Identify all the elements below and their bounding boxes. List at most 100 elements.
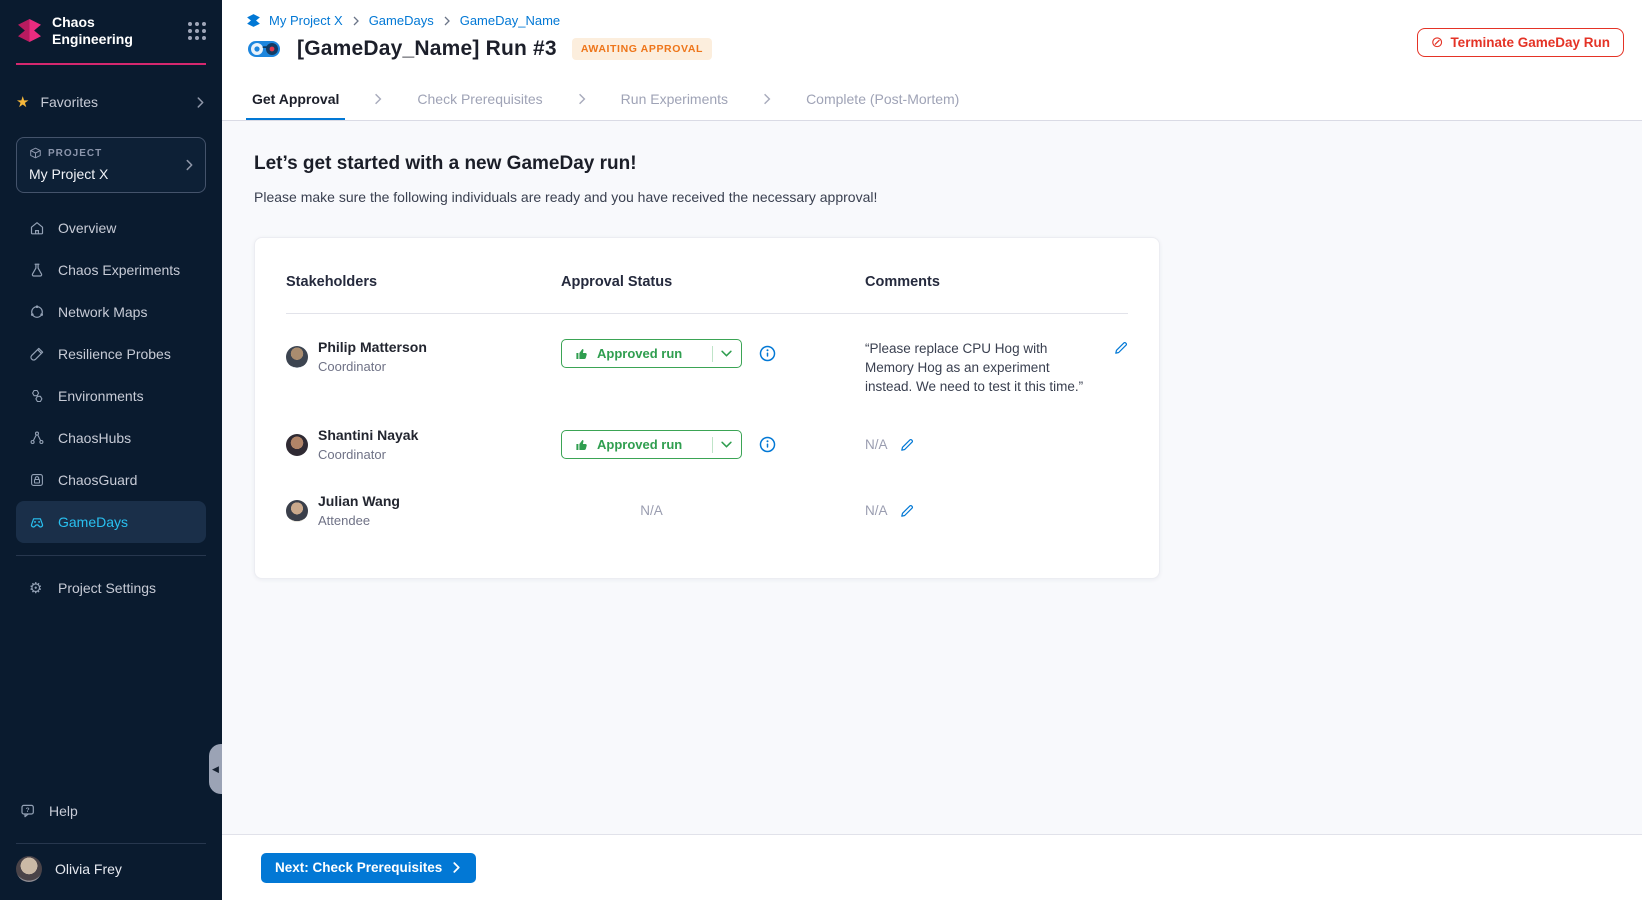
collapse-arrow-icon: ◀: [212, 765, 219, 774]
approval-dropdown[interactable]: Approved run: [561, 339, 742, 368]
sidebar-item-favorites[interactable]: ★ Favorites: [16, 87, 206, 117]
user-name: Olivia Frey: [55, 861, 122, 877]
approval-value: Approved run: [597, 437, 704, 452]
tab-get-approval[interactable]: Get Approval: [246, 78, 345, 120]
gear-icon: ⚙: [29, 581, 45, 596]
edit-pencil-icon[interactable]: [1114, 341, 1128, 355]
nav-label: ChaosHubs: [58, 430, 131, 446]
comment-text: N/A: [865, 437, 888, 452]
sidebar-item-project-settings[interactable]: ⚙ Project Settings: [16, 567, 206, 609]
module-grid-icon[interactable]: [188, 22, 206, 40]
thumbs-up-icon: [575, 438, 589, 452]
sidebar-collapse-button[interactable]: ◀: [209, 744, 222, 794]
nav-label: Network Maps: [58, 304, 147, 320]
app-title: Chaos Engineering: [52, 14, 133, 47]
prohibit-icon: ⊘: [1431, 35, 1444, 50]
breadcrumb-gameday-name[interactable]: GameDay_Name: [460, 13, 560, 28]
dropdown-divider: [712, 437, 713, 453]
lock-icon: [29, 472, 45, 488]
stakeholder-role: Coordinator: [318, 359, 427, 374]
chevron-right-icon: [372, 93, 384, 105]
help-label: Help: [49, 803, 78, 819]
content-subheading: Please make sure the following individua…: [254, 189, 1610, 205]
probe-icon: [29, 346, 45, 362]
terminate-gameday-button[interactable]: ⊘ Terminate GameDay Run: [1417, 28, 1624, 57]
content-area: Let’s get started with a new GameDay run…: [222, 121, 1642, 834]
approval-dropdown[interactable]: Approved run: [561, 430, 742, 459]
col-approval-status: Approval Status: [561, 274, 865, 290]
sidebar: Chaos Engineering ★ Favorites PROJECT My…: [0, 0, 222, 900]
stakeholder-name: Julian Wang: [318, 493, 400, 509]
comment-cell: N/A: [865, 437, 1128, 452]
sidebar-item-resilience-probes[interactable]: Resilience Probes: [16, 333, 206, 375]
sidebar-item-overview[interactable]: Overview: [16, 207, 206, 249]
nav-label: GameDays: [58, 514, 128, 530]
gamepad-icon: [29, 514, 45, 530]
sidebar-nav: Overview Chaos Experiments Network Maps …: [0, 207, 222, 543]
chevron-right-icon: [195, 97, 206, 108]
sidebar-item-chaosguard[interactable]: ChaosGuard: [16, 459, 206, 501]
harness-breadcrumb-icon: [246, 13, 261, 28]
network-map-icon: [29, 304, 45, 320]
main-area: My Project X GameDays GameDay_Name [Game…: [222, 0, 1642, 900]
breadcrumb-project[interactable]: My Project X: [269, 13, 343, 28]
avatar: [286, 434, 308, 456]
breadcrumb-gamedays[interactable]: GameDays: [369, 13, 434, 28]
sidebar-item-help[interactable]: ? Help: [16, 791, 206, 831]
tab-run-experiments[interactable]: Run Experiments: [615, 78, 734, 120]
cube-icon: [29, 147, 42, 160]
edit-pencil-icon[interactable]: [900, 438, 914, 452]
page-header: My Project X GameDays GameDay_Name [Game…: [222, 0, 1642, 78]
approval-cell: N/A: [561, 503, 865, 518]
sidebar-divider: [16, 555, 206, 556]
table-header: Stakeholders Approval Status Comments: [286, 274, 1128, 314]
flask-icon: [29, 262, 45, 278]
chevron-down-icon: [721, 439, 732, 450]
sidebar-item-chaos-experiments[interactable]: Chaos Experiments: [16, 249, 206, 291]
brand-row: Chaos Engineering: [0, 0, 222, 57]
stakeholder-role: Attendee: [318, 513, 400, 528]
project-label: PROJECT: [48, 148, 102, 159]
comment-text: “Please replace CPU Hog with Memory Hog …: [865, 339, 1097, 396]
stakeholders-card: Stakeholders Approval Status Comments Ph…: [254, 237, 1160, 579]
title-row: [GameDay_Name] Run #3 AWAITING APPROVAL: [246, 37, 1618, 78]
chevron-down-icon: [721, 348, 732, 359]
stakeholder-role: Coordinator: [318, 447, 418, 462]
sidebar-item-chaoshubs[interactable]: ChaosHubs: [16, 417, 206, 459]
harness-logo-icon: [16, 17, 43, 44]
edit-pencil-icon[interactable]: [900, 504, 914, 518]
home-icon: [29, 220, 45, 236]
table-row: Philip Matterson Coordinator Approved ru…: [286, 339, 1128, 396]
tab-check-prerequisites[interactable]: Check Prerequisites: [411, 78, 548, 120]
stakeholder-cell: Julian Wang Attendee: [286, 493, 561, 528]
comment-cell: “Please replace CPU Hog with Memory Hog …: [865, 339, 1128, 396]
gamepad-title-icon: [246, 37, 282, 61]
tab-complete-post-mortem[interactable]: Complete (Post-Mortem): [800, 78, 965, 120]
terminate-label: Terminate GameDay Run: [1450, 35, 1610, 50]
sidebar-item-network-maps[interactable]: Network Maps: [16, 291, 206, 333]
nav-label: Project Settings: [58, 580, 156, 596]
project-selector[interactable]: PROJECT My Project X: [16, 137, 206, 193]
chevron-right-icon: [442, 16, 452, 26]
nav-label: Resilience Probes: [58, 346, 171, 362]
project-name: My Project X: [29, 166, 193, 182]
table-row: Julian Wang Attendee N/A N/A: [286, 493, 1128, 528]
comment-text: N/A: [865, 503, 888, 518]
user-menu[interactable]: Olivia Frey: [0, 844, 222, 900]
table-row: Shantini Nayak Coordinator Approved run: [286, 427, 1128, 462]
avatar: [286, 346, 308, 368]
nav-label: Overview: [58, 220, 116, 236]
sidebar-item-gamedays[interactable]: GameDays: [16, 501, 206, 543]
next-check-prerequisites-button[interactable]: Next: Check Prerequisites: [261, 853, 476, 883]
chevron-right-icon: [576, 93, 588, 105]
sidebar-item-environments[interactable]: Environments: [16, 375, 206, 417]
page-title: [GameDay_Name] Run #3: [297, 37, 557, 61]
info-icon[interactable]: [759, 345, 776, 362]
star-icon: ★: [16, 95, 29, 110]
wizard-footer: Next: Check Prerequisites: [222, 834, 1642, 900]
stakeholder-name: Shantini Nayak: [318, 427, 418, 443]
status-badge: AWAITING APPROVAL: [572, 38, 712, 60]
approval-value: Approved run: [597, 346, 704, 361]
approval-cell: Approved run: [561, 339, 865, 368]
info-icon[interactable]: [759, 436, 776, 453]
